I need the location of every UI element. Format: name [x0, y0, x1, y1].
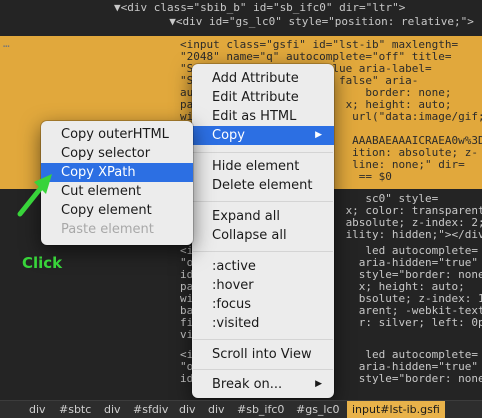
annotation-arrow-icon	[17, 174, 52, 217]
menu-item-hover[interactable]: :hover	[192, 276, 334, 295]
copy-submenu: Copy outerHTML Copy selector Copy XPath …	[41, 121, 193, 245]
breadcrumb-item[interactable]: div	[174, 401, 201, 418]
context-menu: Add Attribute Edit Attribute Edit as HTM…	[192, 64, 334, 398]
menu-item-copy-outerhtml[interactable]: Copy outerHTML	[41, 125, 193, 144]
menu-separator	[193, 369, 333, 370]
menu-item-copy-xpath[interactable]: Copy XPath	[41, 163, 193, 182]
menu-item-focus[interactable]: :focus	[192, 295, 334, 314]
submenu-arrow-icon: ▶	[315, 130, 322, 140]
menu-item-delete-element[interactable]: Delete element	[192, 176, 334, 195]
code-line[interactable]: ▼<div id="gs_lc0" style="position: relat…	[156, 16, 474, 28]
dom-breadcrumb: div #sbtc div #sfdiv div div #sb_ifc0 #g…	[0, 400, 482, 418]
menu-item-visited[interactable]: :visited	[192, 314, 334, 333]
menu-item-expand-all[interactable]: Expand all	[192, 207, 334, 226]
menu-item-cut-element[interactable]: Cut element	[41, 182, 193, 201]
menu-separator	[193, 339, 333, 340]
menu-item-copy-selector[interactable]: Copy selector	[41, 144, 193, 163]
menu-item-edit-as-html[interactable]: Edit as HTML	[192, 107, 334, 126]
menu-item-copy-element[interactable]: Copy element	[41, 201, 193, 220]
menu-item-collapse-all[interactable]: Collapse all	[192, 226, 334, 245]
menu-separator	[193, 201, 333, 202]
menu-item-paste-element: Paste element	[61, 222, 154, 237]
menu-item-break-on[interactable]: Break on... ▶	[192, 375, 334, 394]
menu-separator	[193, 152, 333, 153]
breadcrumb-item[interactable]: #gs_lc0	[291, 401, 345, 418]
breadcrumb-item[interactable]: #sfdiv	[128, 401, 173, 418]
ellipsis-icon[interactable]: …	[3, 37, 10, 50]
menu-item-copy-label: Copy	[212, 128, 245, 143]
menu-separator	[193, 251, 333, 252]
menu-item-break-on-label: Break on...	[212, 377, 283, 392]
menu-item-edit-attribute[interactable]: Edit Attribute	[192, 88, 334, 107]
submenu-arrow-icon: ▶	[315, 379, 322, 389]
breadcrumb-item[interactable]: div	[24, 401, 51, 418]
menu-item-active[interactable]: :active	[192, 257, 334, 276]
menu-item-copy[interactable]: Copy ▶	[192, 126, 334, 145]
click-annotation-label: Click	[22, 254, 63, 272]
breadcrumb-item[interactable]: #sb_ifc0	[232, 401, 289, 418]
breadcrumb-item[interactable]: div	[99, 401, 126, 418]
breadcrumb-item[interactable]: div	[203, 401, 230, 418]
menu-item-hide-element[interactable]: Hide element	[192, 157, 334, 176]
breadcrumb-item[interactable]: #sbtc	[54, 401, 96, 418]
menu-item-scroll-into-view[interactable]: Scroll into View	[192, 345, 334, 364]
breadcrumb-item-selected[interactable]: input#lst-ib.gsfi	[347, 401, 445, 418]
menu-item-add-attribute[interactable]: Add Attribute	[192, 69, 334, 88]
code-line[interactable]: ▼<div class="sbib_b" id="sb_ifc0" dir="l…	[114, 2, 405, 14]
